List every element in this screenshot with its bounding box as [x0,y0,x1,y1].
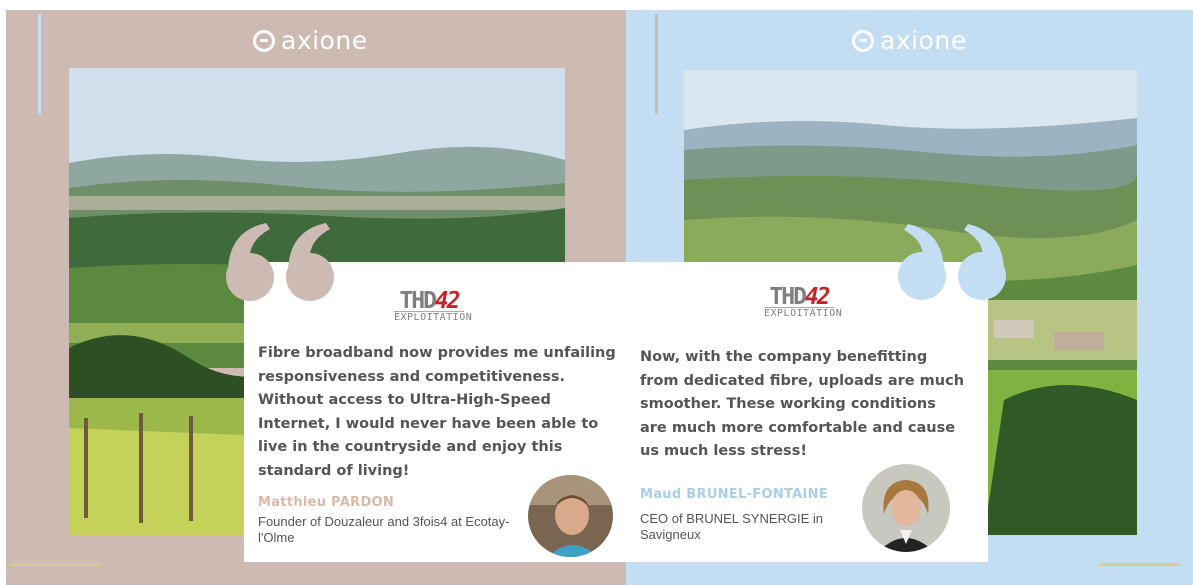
brand-name: axione [880,26,967,55]
thd-subtitle: EXPLOITATION [764,307,843,319]
thd-text: THD [399,288,437,314]
thd-subtitle: EXPLOITATION [394,311,473,323]
avatar-matthieu [528,475,613,557]
testimonial-quote-left: Fibre broadband now provides me unfailin… [258,345,616,479]
author-role-right: CEO of BRUNEL SYNERGIE in Savigneux [640,511,824,542]
testimonial-quote-right: Now, with the company benefitting from d… [640,349,965,459]
thd-text: THD [769,284,807,310]
brand-logo-right: axione [852,26,967,55]
accent-line-right [655,14,658,114]
author-name-left: Matthieu PARDON [258,495,395,510]
author-name-right: Maud BRUNEL-FONTAINE [640,487,829,502]
brand-name: axione [281,26,368,55]
thd42-logo-right: THD42 EXPLOITATION [764,284,843,319]
accent-line-bottom-right [1100,563,1180,566]
thd42-logo-left: THD42 EXPLOITATION [394,288,473,323]
brand-logo-left: axione [253,26,368,55]
accent-line-bottom-left [10,563,100,566]
close-quote-icon [898,224,1006,300]
axione-logo-icon [852,29,874,52]
avatar-maud [862,464,950,552]
axione-logo-icon [253,29,275,52]
accent-line-left [38,14,41,114]
thd-number: 42 [804,284,831,310]
thd-number: 42 [434,288,461,314]
author-role-left: Founder of Douzaleur and 3fois4 at Ecota… [258,514,510,545]
open-quote-icon [226,223,334,301]
